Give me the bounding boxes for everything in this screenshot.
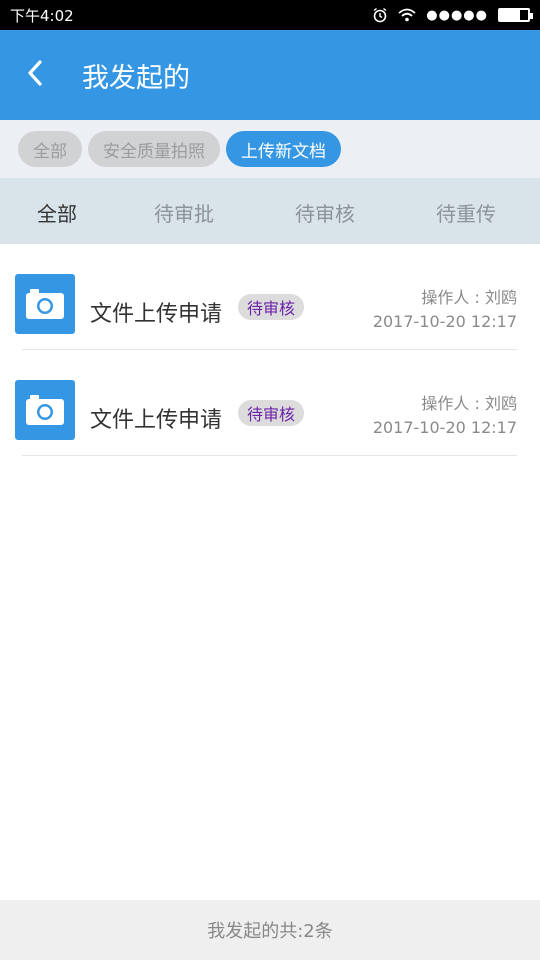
request-list: 文件上传申请 待审核 操作人 : 刘鸥 2017-10-20 12:17 文件上… <box>0 244 540 456</box>
back-button[interactable] <box>0 30 70 120</box>
battery-icon <box>498 8 533 22</box>
app-header: 我发起的 <box>0 30 540 120</box>
chip-all[interactable]: 全部 <box>18 131 82 167</box>
tab-all[interactable]: 全部 <box>37 198 77 227</box>
alarm-icon <box>372 7 388 23</box>
status-icons: ●●●●● <box>372 7 533 23</box>
item-time: 2017-10-20 12:17 <box>372 312 517 331</box>
wifi-icon <box>398 8 416 22</box>
item-time: 2017-10-20 12:17 <box>372 418 517 437</box>
item-title: 文件上传申请 <box>90 302 223 327</box>
tab-pending-reupload[interactable]: 待重传 <box>436 198 496 227</box>
camera-icon <box>15 274 75 334</box>
chevron-left-icon <box>27 60 43 90</box>
status-badge: 待审核 <box>238 294 305 320</box>
footer-summary: 我发起的共:2条 <box>0 900 540 960</box>
signal-icon: ●●●●● <box>426 7 488 23</box>
page-title: 我发起的 <box>82 62 190 94</box>
filter-chips: 全部 安全质量拍照 上传新文档 <box>0 120 540 178</box>
status-tabs: 全部 待审批 待审核 待重传 <box>0 178 540 244</box>
chip-upload-document[interactable]: 上传新文档 <box>226 131 341 167</box>
list-item[interactable]: 文件上传申请 待审核 操作人 : 刘鸥 2017-10-20 12:17 <box>0 244 540 350</box>
status-bar: 下午4:02 ●●●●● <box>0 0 540 30</box>
status-badge: 待审核 <box>238 400 305 426</box>
status-time: 下午4:02 <box>10 6 74 25</box>
item-operator: 操作人 : 刘鸥 <box>421 394 517 413</box>
item-title: 文件上传申请 <box>90 408 223 433</box>
tab-pending-approval[interactable]: 待审批 <box>154 198 214 227</box>
tab-pending-review[interactable]: 待审核 <box>295 198 355 227</box>
divider <box>22 455 517 456</box>
list-item[interactable]: 文件上传申请 待审核 操作人 : 刘鸥 2017-10-20 12:17 <box>0 350 540 456</box>
camera-icon <box>15 380 75 440</box>
item-operator: 操作人 : 刘鸥 <box>421 288 517 307</box>
chip-safety-photo[interactable]: 安全质量拍照 <box>88 131 220 167</box>
